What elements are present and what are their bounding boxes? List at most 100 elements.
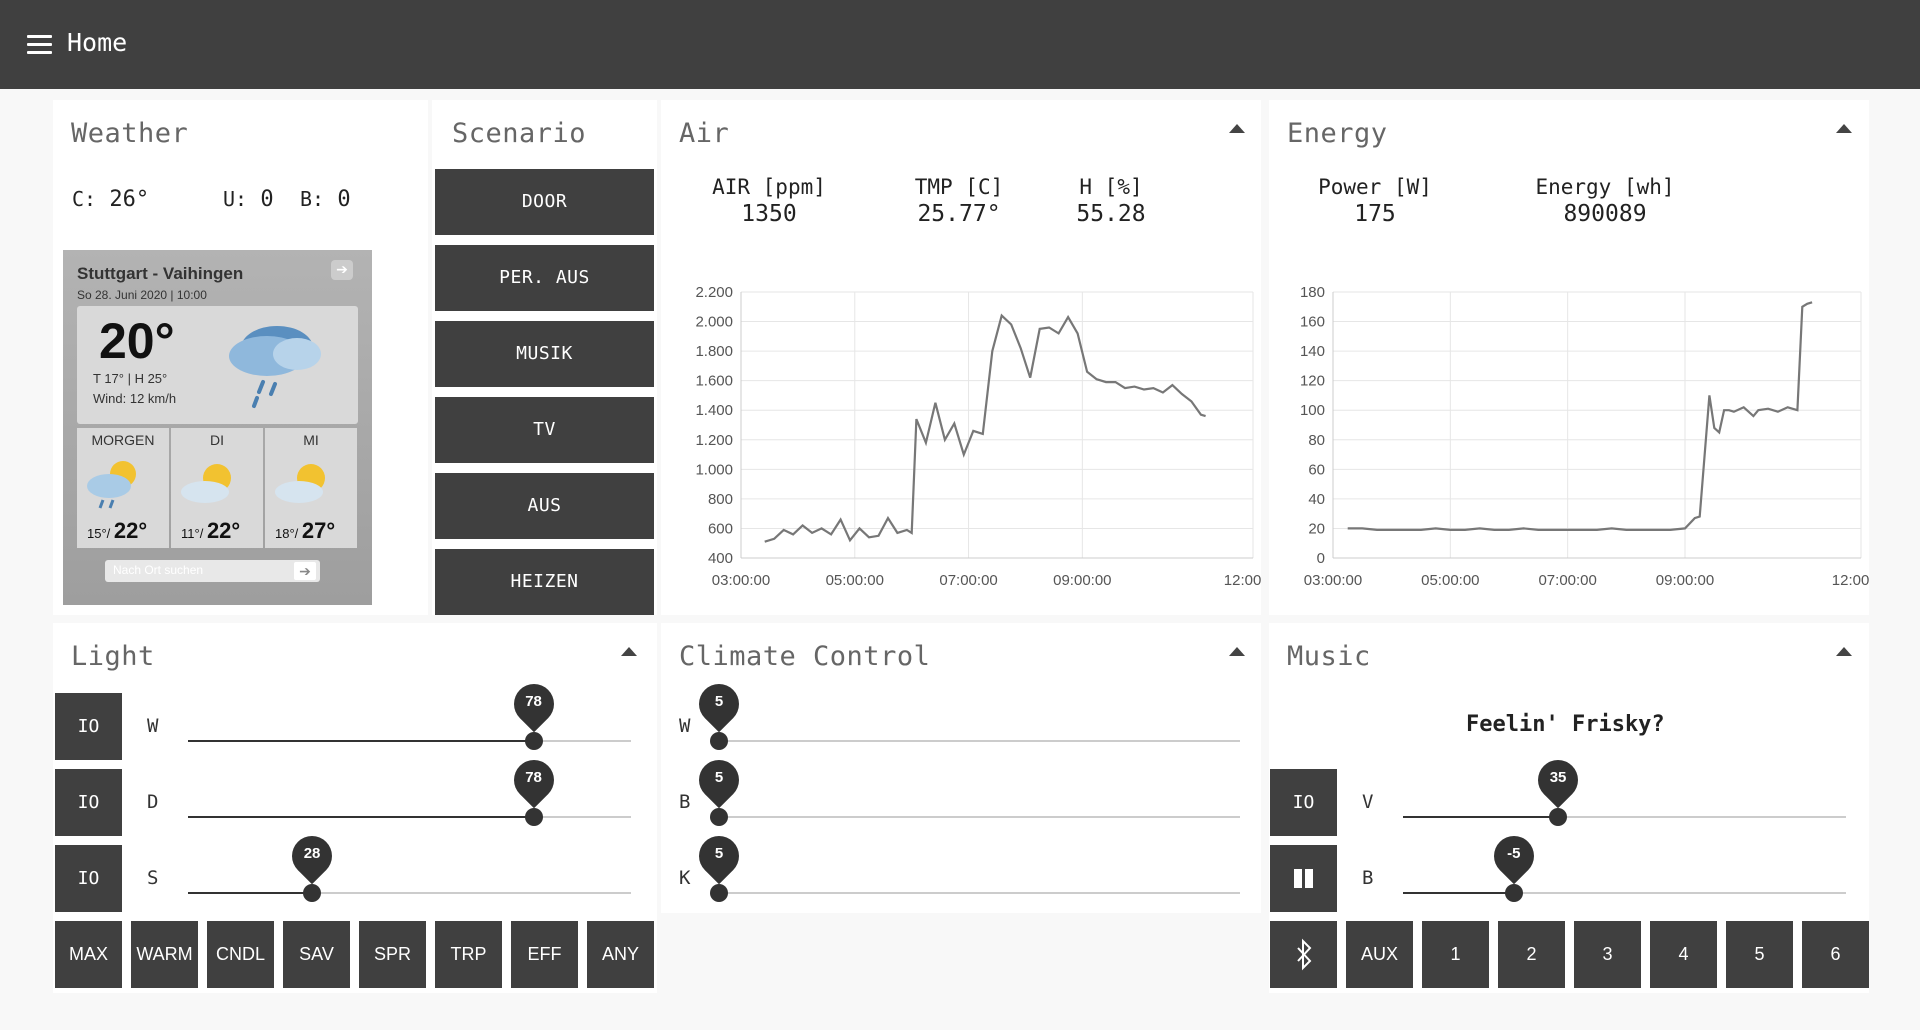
y-tick-label: 2.200 [695,284,733,301]
slider-label: W [679,715,691,737]
air-readout-ppm: AIR [ppm] 1350 [712,175,826,227]
light-preset-any[interactable]: ANY [587,921,654,988]
x-tick-label: 07:00:00 [939,572,997,589]
collapse-icon[interactable] [1836,124,1852,133]
source-button-1[interactable]: 1 [1422,921,1489,988]
light-slider-d[interactable]: 78 [188,751,631,826]
slider-handle[interactable] [710,732,728,750]
light-slider-s[interactable]: 28 [188,827,631,902]
y-tick-label: 1.400 [695,402,733,419]
source-button-5[interactable]: 5 [1726,921,1793,988]
climate-slider-b[interactable]: 5 [690,751,1240,826]
climate-slider-w[interactable]: 5 [690,675,1240,750]
slider-handle[interactable] [710,884,728,902]
light-io-button-d[interactable]: IO [55,769,122,836]
slider-label: W [147,715,159,737]
slider-label: B [1362,867,1374,889]
slider-fill [188,740,534,742]
light-slider-w[interactable]: 78 [188,675,631,750]
music-bass-slider[interactable]: -5 [1403,827,1846,902]
light-preset-eff[interactable]: EFF [511,921,578,988]
y-tick-label: 20 [1308,520,1325,537]
air-chart: 400 600 800 1.000 1.200 1.400 1.600 1.800 2.000 2… [695,284,1261,589]
y-tick-label: 40 [1308,491,1325,508]
music-io-button[interactable]: IO [1270,769,1337,836]
light-preset-trp[interactable]: TRP [435,921,502,988]
light-io-button-w[interactable]: IO [55,693,122,760]
slider-value: 5 [714,693,724,710]
light-io-button-s[interactable]: IO [55,845,122,912]
source-button-3[interactable]: 3 [1574,921,1641,988]
music-volume-slider[interactable]: 35 [1403,751,1846,826]
y-tick-label: 600 [708,520,733,537]
x-tick-label: 05:00:00 [1421,572,1479,589]
weather-wind: Wind: 12 km/h [93,391,177,406]
slider-label: S [147,867,159,889]
climate-slider-k[interactable]: 5 [690,827,1240,902]
collapse-icon[interactable] [1229,647,1245,656]
source-button-2[interactable]: 2 [1498,921,1565,988]
scenario-button-heizen[interactable]: HEIZEN [435,549,654,615]
slider-handle[interactable] [303,884,322,902]
slider-handle[interactable] [524,732,543,750]
x-tick-label: 07:00:00 [1538,572,1596,589]
weather-temp-humidity: T 17° | H 25° [93,371,168,386]
sun-cloud-icon [181,464,231,503]
scenario-button-musik[interactable]: MUSIK [435,321,654,387]
light-preset-warm[interactable]: WARM [131,921,198,988]
collapse-icon[interactable] [1229,124,1245,133]
arrow-right-icon[interactable]: ➔ [294,562,316,580]
collapse-icon[interactable] [1836,647,1852,656]
light-preset-sav[interactable]: SAV [283,921,350,988]
slider-label: K [679,867,691,889]
collapse-icon[interactable] [621,647,637,656]
card-title: Climate Control [679,641,931,672]
pause-icon [1294,869,1313,888]
source-button-aux[interactable]: AUX [1346,921,1413,988]
light-preset-cndl[interactable]: CNDL [207,921,274,988]
source-button-4[interactable]: 4 [1650,921,1717,988]
scenario-button-tv[interactable]: TV [435,397,654,463]
slider-value: 78 [525,769,542,786]
slider-label: V [1362,791,1374,813]
air-readout-tmp: TMP [C] 25.77° [914,175,1004,227]
sun-cloud-icon [275,464,325,503]
slider-handle[interactable] [1504,884,1523,902]
weather-search-input[interactable]: Nach Ort suchen ➔ [105,560,320,582]
x-tick-label: 12:00:00 [1832,572,1869,589]
weather-stat-c: C: 26° [72,187,150,212]
card-title: Energy [1287,118,1388,149]
card-title: Air [679,118,730,149]
card-title: Scenario [452,118,587,149]
y-tick-label: 180 [1300,284,1325,301]
weather-link-icon[interactable]: ➔ [331,260,353,280]
weather-stat-u: U: 0 [223,187,274,212]
weather-date: So 28. Juni 2020 | 10:00 [77,288,207,302]
y-tick-label: 120 [1300,373,1325,390]
card-title: Music [1287,641,1371,672]
weather-stat-b: B: 0 [300,187,351,212]
weather-widget: Stuttgart - Vaihingen So 28. Juni 2020 |… [63,250,372,605]
bluetooth-button[interactable] [1270,921,1337,988]
light-preset-max[interactable]: MAX [55,921,122,988]
slider-value: -5 [1507,845,1521,862]
y-tick-label: 1.600 [695,373,733,390]
source-button-6[interactable]: 6 [1802,921,1869,988]
x-tick-label: 09:00:00 [1656,572,1714,589]
slider-handle[interactable] [710,808,728,826]
slider-label: D [147,791,159,813]
pause-button[interactable] [1270,845,1337,912]
card-title: Weather [71,118,189,149]
scenario-button-door[interactable]: DOOR [435,169,654,235]
slider-value: 5 [714,769,724,786]
slider-value: 35 [1549,769,1567,786]
forecast-day-3: MI 18°/ 27° [265,428,357,548]
hamburger-menu-icon[interactable] [27,35,52,54]
slider-handle[interactable] [1549,808,1568,826]
scenario-button-aus[interactable]: AUS [435,473,654,539]
x-tick-label: 09:00:00 [1053,572,1111,589]
slider-value: 5 [714,845,724,862]
slider-handle[interactable] [524,808,543,826]
light-preset-spr[interactable]: SPR [359,921,426,988]
scenario-button-per-aus[interactable]: PER. AUS [435,245,654,311]
